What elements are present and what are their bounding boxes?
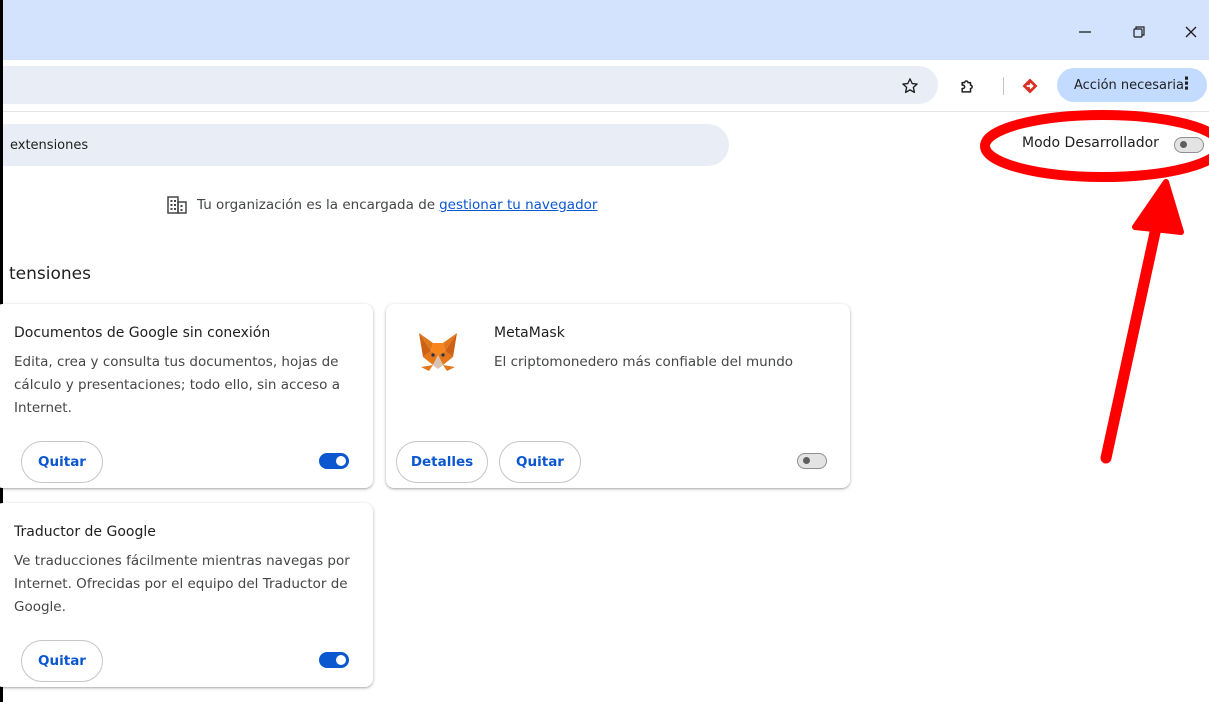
extension-badge-icon[interactable] xyxy=(1016,72,1044,100)
highlight-arrow-shaft xyxy=(1100,199,1167,464)
extension-name: Documentos de Google sin conexión xyxy=(14,325,271,341)
title-bar xyxy=(3,0,1209,60)
section-title: tensiones xyxy=(9,264,91,284)
address-bar[interactable] xyxy=(3,66,938,104)
details-button[interactable]: Detalles xyxy=(396,441,488,483)
remove-button[interactable]: Quitar xyxy=(21,640,103,682)
developer-mode-label: Modo Desarrollador xyxy=(1022,135,1159,151)
highlight-arrow-head xyxy=(1132,179,1184,235)
action-needed-button[interactable]: Acción necesaria ⋮ xyxy=(1057,68,1207,102)
manage-browser-link[interactable]: gestionar tu navegador xyxy=(439,197,597,213)
extension-name: MetaMask xyxy=(494,325,565,341)
star-icon[interactable] xyxy=(896,72,924,100)
close-icon[interactable] xyxy=(1177,18,1205,46)
restore-icon[interactable] xyxy=(1125,18,1153,46)
minimize-icon[interactable] xyxy=(1071,18,1099,46)
extension-description: El criptomonedero más confiable del mund… xyxy=(494,354,794,370)
metamask-fox-icon xyxy=(419,333,457,371)
search-placeholder: extensiones xyxy=(10,137,89,153)
action-needed-label: Acción necesaria xyxy=(1074,77,1184,93)
extension-description: Edita, crea y consulta tus documentos, h… xyxy=(14,354,340,416)
extension-name: Traductor de Google xyxy=(14,524,156,540)
extension-enable-toggle[interactable] xyxy=(319,453,349,469)
org-notice-text: Tu organización es la encargada de xyxy=(197,197,436,213)
extension-card-metamask: MetaMask El criptomonedero más confiable… xyxy=(386,304,850,488)
extension-card-docs-offline: Documentos de Google sin conexión Edita,… xyxy=(0,304,373,488)
extension-card-google-translate: Traductor de Google Ve traducciones fáci… xyxy=(0,503,373,687)
toolbar-separator xyxy=(1003,77,1004,95)
remove-button[interactable]: Quitar xyxy=(21,441,103,483)
extension-enable-toggle[interactable] xyxy=(319,652,349,668)
building-icon xyxy=(167,196,187,214)
developer-mode-toggle[interactable] xyxy=(1174,137,1204,153)
extension-enable-toggle[interactable] xyxy=(797,453,827,469)
search-extensions-input[interactable]: extensiones xyxy=(3,124,729,166)
remove-button[interactable]: Quitar xyxy=(499,441,581,483)
extension-description: Ve traducciones fácilmente mientras nave… xyxy=(14,553,350,615)
puzzle-icon[interactable] xyxy=(954,72,982,100)
org-notice: Tu organización es la encargada de gesti… xyxy=(167,193,597,217)
kebab-menu-icon[interactable]: ⋮ xyxy=(1178,75,1195,93)
browser-window: Acción necesaria ⋮ extensiones Modo Desa… xyxy=(0,0,1209,702)
